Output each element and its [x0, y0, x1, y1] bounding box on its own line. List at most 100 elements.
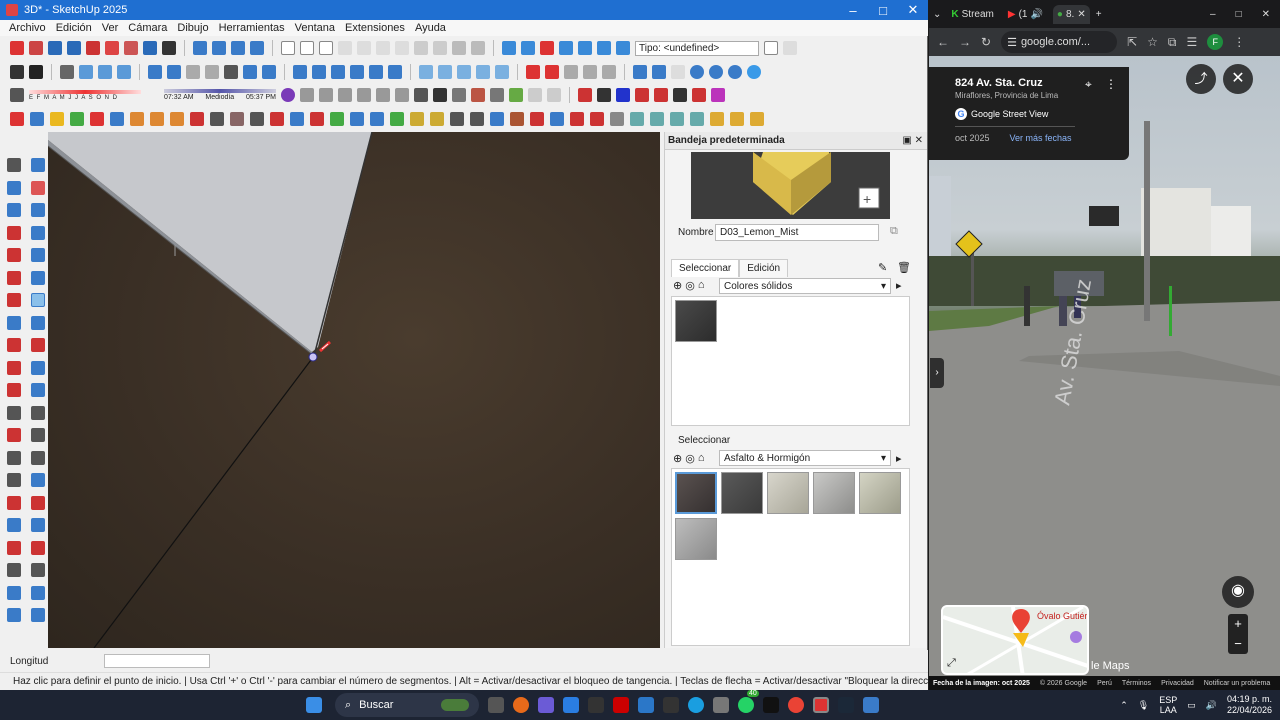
open-file-icon[interactable]	[300, 41, 314, 55]
iso-view-icon[interactable]	[60, 65, 74, 79]
bookmark-icon[interactable]: ☆	[1147, 35, 1158, 49]
polygon-icon[interactable]	[31, 270, 45, 285]
menu-ayuda[interactable]: Ayuda	[415, 22, 446, 34]
sandbox-2-icon[interactable]	[521, 41, 535, 55]
arrow-red-4-icon[interactable]	[692, 88, 706, 102]
arrow-purple-icon[interactable]	[711, 88, 725, 102]
dome-icon[interactable]	[357, 88, 371, 102]
explorer-icon[interactable]	[713, 697, 729, 713]
chrome-maximize-button[interactable]: □	[1236, 9, 1242, 20]
swatch-concrete-1[interactable]	[767, 472, 809, 514]
app-icon[interactable]	[588, 697, 604, 713]
outlook-icon[interactable]	[638, 697, 654, 713]
sandbox-7-icon[interactable]	[616, 41, 630, 55]
frame-5-icon[interactable]	[690, 112, 704, 126]
x-icon[interactable]	[671, 65, 685, 79]
share-icon[interactable]: ⤴	[1186, 64, 1216, 94]
new-file-icon[interactable]	[281, 41, 295, 55]
tab-youtube[interactable]: ▶ (1 🔊	[1004, 5, 1047, 24]
cut-icon[interactable]	[338, 41, 352, 55]
back-icon[interactable]: ←	[937, 35, 949, 49]
box-2-icon[interactable]	[319, 88, 333, 102]
flag-icon[interactable]	[210, 112, 224, 126]
close-tab-icon[interactable]: ✕	[1077, 9, 1085, 20]
view-iso-icon[interactable]	[293, 65, 307, 79]
taskbar-search[interactable]: ⌕ Buscar	[335, 693, 479, 717]
home-icon[interactable]: ⌂	[698, 279, 705, 292]
steam-icon[interactable]	[838, 697, 854, 713]
select-tool-icon[interactable]	[10, 41, 24, 55]
expand-panel-icon[interactable]: ›	[930, 358, 944, 388]
shadow-toggle-icon[interactable]	[10, 88, 24, 102]
orbit-icon[interactable]	[7, 473, 21, 487]
add-2-icon[interactable]: ⊕	[673, 452, 682, 465]
push-pull-icon[interactable]	[10, 112, 24, 126]
view-front-icon[interactable]	[331, 65, 345, 79]
arc-2pt-icon-active[interactable]	[31, 293, 45, 307]
new-tab-icon[interactable]: +	[1096, 9, 1102, 20]
box-icon[interactable]	[300, 88, 314, 102]
menu-herramientas[interactable]: Herramientas	[219, 22, 285, 34]
follow-me-icon[interactable]	[30, 112, 44, 126]
rotate-icon[interactable]	[7, 360, 21, 375]
material-red-icon[interactable]	[90, 112, 104, 126]
knot-icon[interactable]	[470, 112, 484, 126]
swatch-asphalt-1[interactable]	[675, 472, 717, 514]
time-slider[interactable]: 07:32 AM Mediodía 05:37 PM	[164, 89, 276, 101]
solid-outer-icon[interactable]	[495, 65, 509, 79]
tape-icon[interactable]	[783, 41, 797, 55]
plus-green-icon[interactable]	[330, 112, 344, 126]
previous-tool-icon[interactable]	[7, 540, 21, 555]
reading-list-icon[interactable]: ☰	[1186, 35, 1197, 49]
browse-2-icon[interactable]: ◎	[685, 452, 695, 465]
cube-red-2-icon[interactable]	[590, 112, 604, 126]
3d-text-icon[interactable]	[31, 450, 45, 465]
close-streetview-icon[interactable]: ✕	[1223, 64, 1253, 94]
chrome-close-button[interactable]: ✕	[1262, 9, 1270, 20]
menu-dibujo[interactable]: Dibujo	[177, 22, 208, 34]
tray-overflow-icon[interactable]: ⌃	[1120, 700, 1128, 711]
arc-icon[interactable]	[7, 293, 21, 307]
paint-icon[interactable]	[50, 112, 64, 126]
swatch-asphalt-2[interactable]	[721, 472, 763, 514]
view-left-icon[interactable]	[388, 65, 402, 79]
sketchup-icon[interactable]	[813, 697, 829, 713]
menu-ver[interactable]: Ver	[102, 22, 119, 34]
sandbox-5-icon[interactable]	[578, 41, 592, 55]
location-pin-icon[interactable]: ⌖	[1085, 77, 1092, 92]
mic-icon[interactable]: 🎙	[1138, 700, 1149, 711]
solid-trim-icon[interactable]	[457, 65, 471, 79]
footer-report[interactable]: Notificar un problema	[1204, 680, 1271, 687]
zoom-extents-icon[interactable]	[86, 41, 100, 55]
swatch-concrete-3[interactable]	[859, 472, 901, 514]
grid-icon[interactable]	[190, 112, 204, 126]
freehand-icon[interactable]	[31, 225, 45, 240]
arrow-dark-icon[interactable]	[597, 88, 611, 102]
section-plane-icon[interactable]	[633, 65, 647, 79]
model-viewport[interactable]	[48, 132, 660, 648]
cube-icon[interactable]	[433, 88, 447, 102]
opera-icon[interactable]	[613, 697, 629, 713]
card-menu-icon[interactable]: ⋮	[1105, 77, 1117, 91]
material-green-icon[interactable]	[70, 112, 84, 126]
frame-2-icon[interactable]	[630, 112, 644, 126]
browse-icon[interactable]: ◎	[685, 279, 695, 292]
circle-icon[interactable]	[7, 270, 21, 285]
dimension-icon[interactable]	[602, 65, 616, 79]
styles-icon[interactable]	[231, 41, 245, 55]
measurement-box[interactable]	[104, 654, 211, 668]
corner-icon[interactable]	[250, 112, 264, 126]
drop-4-icon[interactable]	[747, 65, 761, 79]
footer-privacy[interactable]: Privacidad	[1161, 680, 1194, 687]
section-plane-tool-icon[interactable]	[7, 585, 21, 600]
close-button[interactable]: ✕	[898, 2, 928, 18]
chrome-minimize-button[interactable]: –	[1210, 9, 1216, 20]
frame-3-icon[interactable]	[650, 112, 664, 126]
print-icon[interactable]	[452, 41, 466, 55]
section-display-icon[interactable]	[31, 585, 45, 600]
menu-edicion[interactable]: Edición	[56, 22, 92, 34]
section-icon[interactable]	[31, 473, 45, 487]
volume-icon[interactable]: 🔊	[1206, 700, 1217, 711]
footer-country[interactable]: Perú	[1097, 680, 1112, 687]
look-around-tool-icon[interactable]	[7, 563, 21, 577]
